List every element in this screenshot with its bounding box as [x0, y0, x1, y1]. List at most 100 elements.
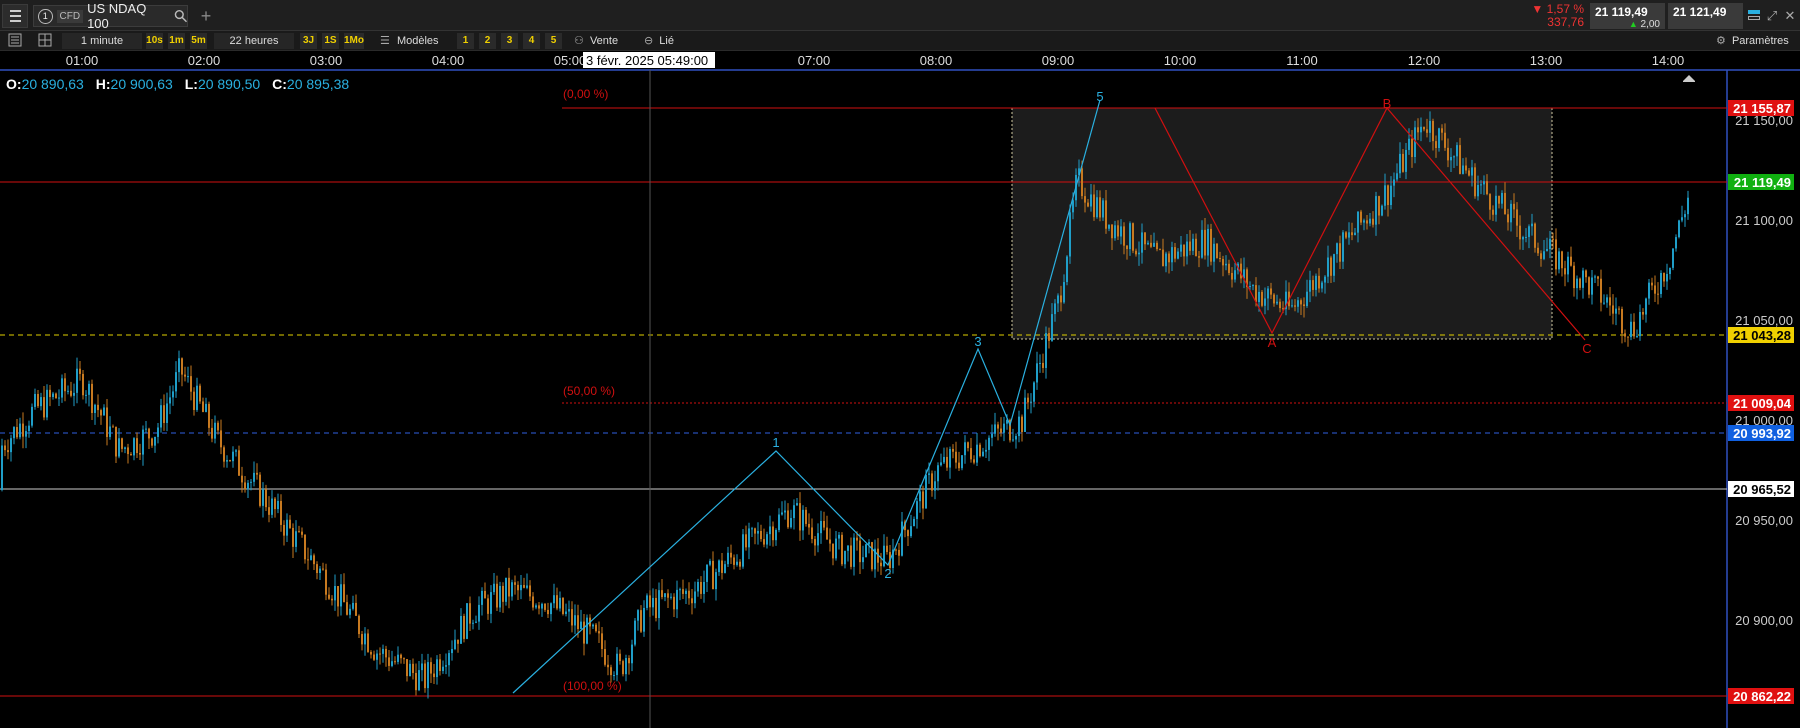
add-tab-button[interactable]: +	[196, 6, 216, 26]
candle-body	[730, 552, 732, 558]
sell-price-button[interactable]: 21 119,49 ▲ 2,00	[1590, 3, 1665, 30]
candle-body	[481, 590, 483, 605]
candle-body	[550, 603, 552, 615]
candle-body	[1330, 257, 1332, 276]
close-icon[interactable]: ✕	[1782, 8, 1798, 24]
expand-icon[interactable]: ⤢	[1764, 8, 1780, 24]
candle-body	[343, 584, 345, 603]
candle-body	[256, 472, 258, 475]
candle-body	[673, 596, 675, 610]
candle-body	[553, 595, 555, 604]
preset-5-button[interactable]: 5	[545, 33, 562, 49]
candle-body	[1420, 126, 1422, 133]
candle-body	[217, 422, 219, 431]
candle-body	[1660, 273, 1662, 294]
price-chart[interactable]: 01:00 02:00 03:00 04:00 05:00 07:00 08:00 09:00…	[0, 51, 1800, 728]
y-tick-label: 21 100,00	[1735, 213, 1793, 228]
templates-label: Modèles	[396, 35, 439, 47]
candle-body	[640, 610, 642, 632]
candle-body	[1480, 184, 1482, 186]
candle-body	[106, 407, 108, 437]
candle-body	[1309, 280, 1311, 292]
layout-icon[interactable]	[1746, 8, 1762, 24]
candle-body	[1111, 224, 1113, 239]
candle-body	[310, 555, 312, 560]
candle-body	[1336, 243, 1338, 255]
candle-body	[1483, 181, 1485, 185]
candle-body	[1108, 224, 1110, 229]
range-1mo-button[interactable]: 1Mo	[344, 33, 364, 49]
wave-label-blue: 2	[884, 566, 891, 581]
x-tick-label: 03:00	[310, 53, 343, 68]
candle-body	[91, 383, 93, 413]
candle-body	[1444, 132, 1446, 148]
candle-body	[1378, 196, 1380, 216]
sell-mode-button[interactable]: ⚇ Vente	[574, 33, 618, 49]
candle-body	[694, 591, 696, 604]
price-change: ▼ 1,57 % 337,76	[1528, 3, 1584, 29]
candle-body	[1624, 333, 1626, 337]
interval-1m-button[interactable]: 1m	[168, 33, 185, 49]
spread-value: 2,00	[1640, 19, 1660, 30]
candle-body	[802, 509, 804, 531]
candle-body	[1129, 223, 1131, 250]
linked-button[interactable]: ⊖ Lié	[644, 33, 674, 49]
candle-body	[1564, 268, 1566, 275]
candle-body	[247, 482, 249, 490]
interval-10s-button[interactable]: 10s	[146, 33, 163, 49]
candle-body	[577, 615, 579, 630]
candle-body	[1630, 321, 1632, 338]
candle-body	[1339, 243, 1341, 262]
menu-button[interactable]	[2, 4, 28, 28]
buy-price-button[interactable]: 21 121,49	[1668, 3, 1743, 29]
instrument-selector[interactable]: 1 CFD US NDAQ 100	[33, 1, 188, 31]
candle-body	[118, 438, 120, 457]
candle-body	[1387, 185, 1389, 206]
candle-body	[1432, 120, 1434, 142]
candle-body	[346, 602, 348, 615]
candle-body	[1144, 232, 1146, 245]
candle-body	[1498, 195, 1500, 204]
candle-body	[886, 545, 888, 552]
preset-1-button[interactable]: 1	[457, 33, 474, 49]
templates-button[interactable]: ☰ Modèles	[380, 33, 439, 49]
candle-body	[682, 589, 684, 594]
range-1s-button[interactable]: 1S	[322, 33, 339, 49]
candle-body	[712, 560, 714, 590]
crosshair-label: 3 févr. 2025 05:49:00	[586, 53, 708, 68]
search-icon[interactable]	[174, 9, 187, 23]
preset-3-button[interactable]: 3	[501, 33, 518, 49]
range-dropdown[interactable]: 22 heures	[214, 33, 294, 49]
candle-body	[931, 473, 933, 491]
candle-body	[325, 569, 327, 595]
top-bar: 1 CFD US NDAQ 100 + ▼ 1,57 % 337,76 21 1…	[0, 0, 1800, 31]
candle-body	[1573, 265, 1575, 289]
candle-body	[100, 410, 102, 416]
interval-dropdown[interactable]: 1 minute	[62, 33, 142, 49]
candle-body	[1315, 275, 1317, 290]
settings-button[interactable]: ⚙ Paramètres	[1716, 33, 1789, 49]
candle-body	[1525, 236, 1527, 238]
candle-body	[1588, 277, 1590, 295]
preset-2-button[interactable]: 2	[479, 33, 496, 49]
candle-body	[667, 593, 669, 598]
preset-4-button[interactable]: 4	[523, 33, 540, 49]
candle-body	[1600, 278, 1602, 303]
candle-body	[280, 500, 282, 525]
candle-body	[721, 560, 723, 573]
candle-body	[1606, 297, 1608, 303]
candle-body	[1522, 237, 1524, 240]
candle-body	[961, 455, 963, 469]
x-tick-label: 14:00	[1652, 53, 1685, 68]
candle-body	[586, 617, 588, 644]
grid-layout-icon[interactable]	[38, 33, 52, 49]
candle-body	[1603, 302, 1605, 304]
interval-5m-button[interactable]: 5m	[190, 33, 207, 49]
candle-body	[1126, 245, 1128, 250]
range-3j-button[interactable]: 3J	[300, 33, 317, 49]
wave-label-red: A	[1268, 335, 1277, 350]
candle-body	[1510, 203, 1512, 223]
candle-body	[1642, 311, 1644, 315]
candle-body	[1303, 304, 1305, 307]
list-view-icon[interactable]	[8, 33, 22, 49]
